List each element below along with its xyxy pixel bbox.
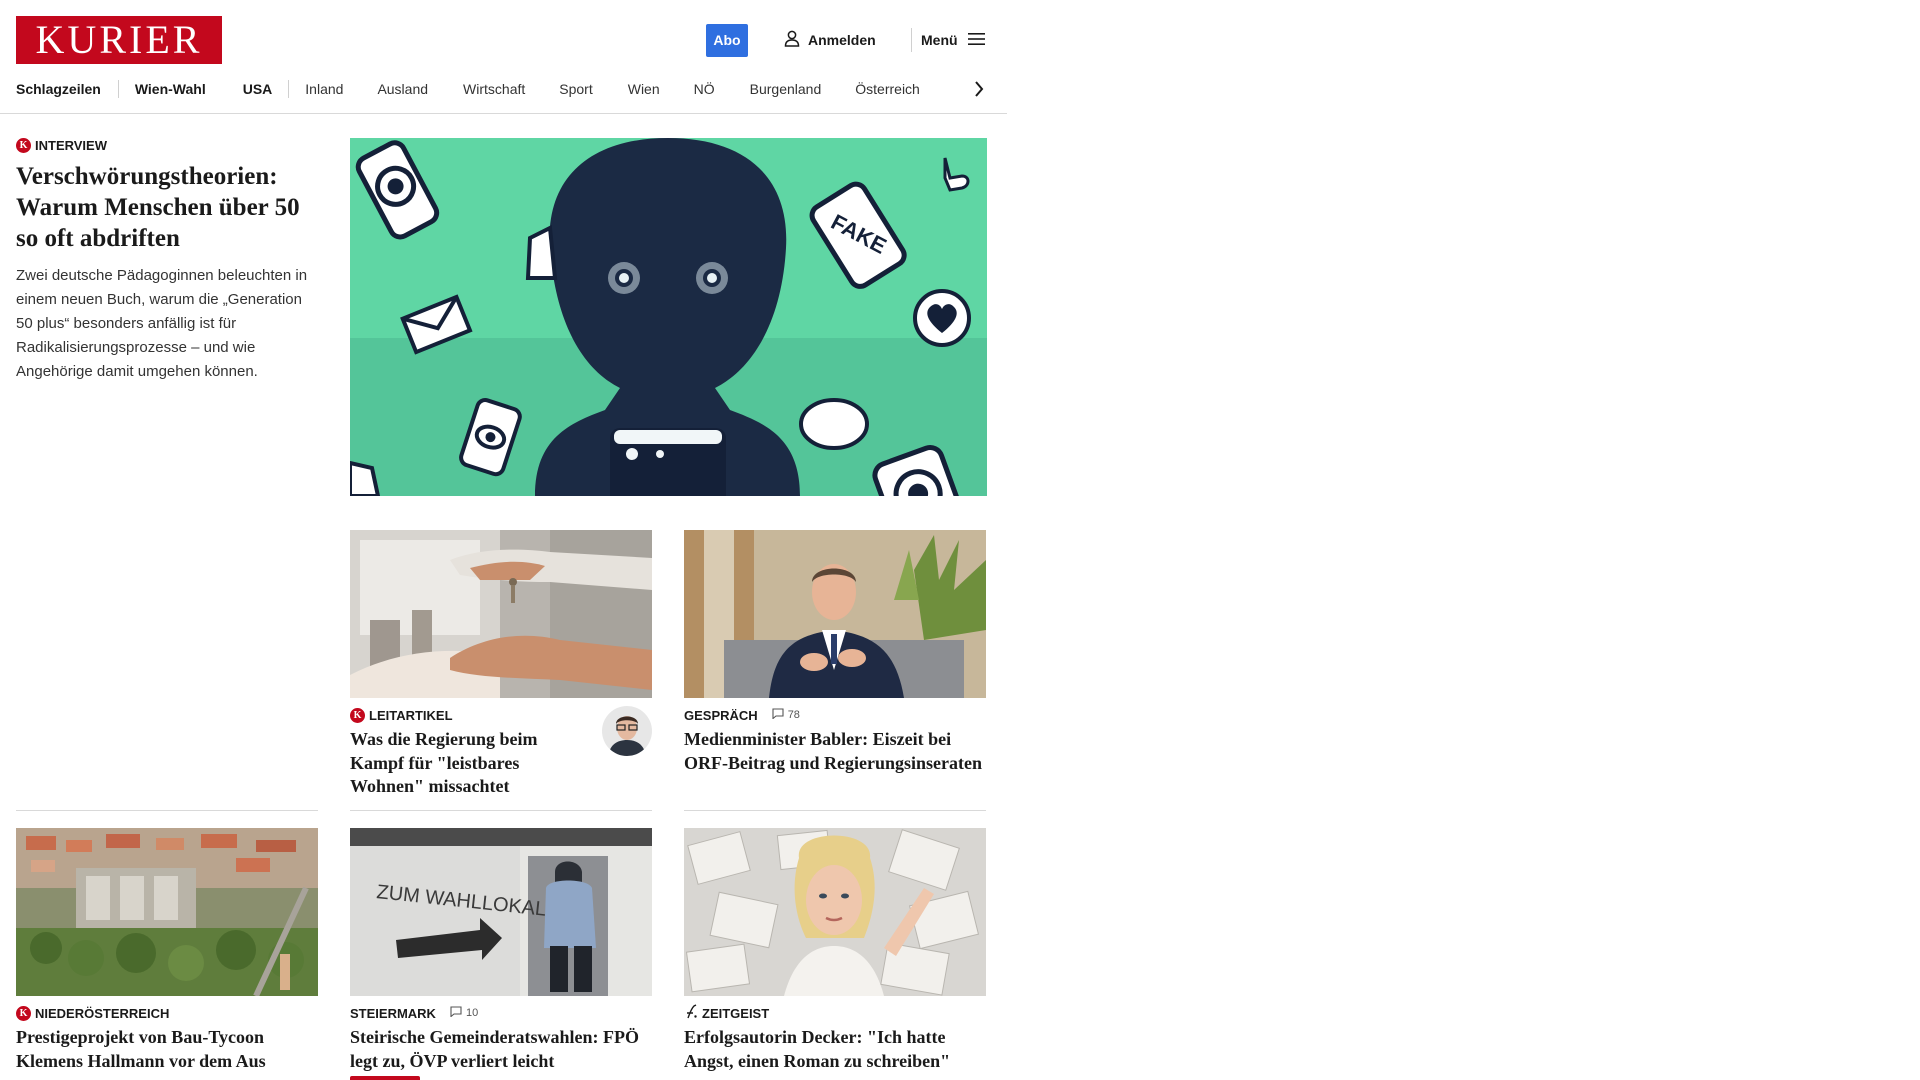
nav-item-noe[interactable]: NÖ [694,81,715,97]
nav-scroll-right-icon[interactable] [972,78,986,100]
card-category: ZEITGEIST [684,1004,769,1022]
article-card[interactable]: K LEITARTIKEL Was die Regierung beim Kam… [350,530,652,799]
card-category-label: LEITARTIKEL [369,707,453,723]
card-category-label: NIEDERÖSTERREICH [35,1005,170,1021]
article-image[interactable]: ZUM WAHLLOKAL [350,828,652,996]
card-headline[interactable]: Was die Regierung beim Kampf für "leistb… [350,728,590,799]
kurier-logo[interactable]: KURIER [16,16,222,64]
kurier-k-icon: K [16,1005,31,1021]
header-divider [911,28,912,52]
article-card[interactable]: GESPRÄCH 78 Medienminister Babler: Eisze… [684,530,986,775]
card-category: STEIERMARK [350,1006,436,1021]
nav-divider [288,80,290,98]
article-card[interactable]: ZUM WAHLLOKAL STEIERMARK 10 Steirische G… [350,828,652,1073]
card-meta: GESPRÄCH 78 [684,707,986,723]
card-category-label: STEIERMARK [350,1005,436,1021]
nav-item-sport[interactable]: Sport [559,81,592,97]
site-header: KURIER Abo Anmelden Menü Schlagzeilen Wi… [0,0,1007,114]
zeitgeist-icon [684,1004,698,1022]
section-nav: Schlagzeilen Wien-Wahl USA Inland Auslan… [16,78,920,100]
card-headline[interactable]: Steirische Gemeinderatswahlen: FPÖ legt … [350,1026,652,1073]
article-image[interactable] [684,530,986,698]
card-category: K NIEDERÖSTERREICH [16,1005,170,1021]
comment-count[interactable]: 10 [450,1006,478,1020]
comment-count-value: 78 [787,709,800,721]
lead-category: K INTERVIEW [16,138,321,153]
card-category-label: ZEITGEIST [702,1005,770,1021]
divider [350,810,652,811]
nav-divider [117,80,119,98]
menu-label: Menü [921,32,958,48]
lead-hero-image[interactable]: FAKE [350,138,987,496]
menu-button[interactable]: Menü [921,30,985,50]
login-label: Anmelden [808,32,876,48]
comment-icon [450,1006,462,1020]
nav-item-inland[interactable]: Inland [305,81,343,97]
lead-article[interactable]: K INTERVIEW Verschwörungstheorien: Warum… [16,138,321,384]
nav-item-wien[interactable]: Wien [628,81,660,97]
article-card[interactable]: K NIEDERÖSTERREICH Prestigeprojekt von B… [16,828,318,1073]
card-headline[interactable]: Erfolgsautorin Decker: "Ich hatte Angst,… [684,1026,986,1073]
comment-count-value: 10 [465,1007,479,1019]
card-meta: ZEITGEIST [684,1004,986,1022]
card-headline[interactable]: Medienminister Babler: Eiszeit bei ORF-B… [684,728,986,775]
kurier-k-icon: K [16,138,31,153]
nav-item-ausland[interactable]: Ausland [377,81,428,97]
article-image[interactable] [350,530,652,698]
nav-item-wien-wahl[interactable]: Wien-Wahl [135,81,206,97]
nav-item-usa[interactable]: USA [243,81,273,97]
card-category: K LEITARTIKEL [350,707,453,723]
divider [16,810,318,811]
hamburger-icon [967,32,985,49]
user-icon [784,30,800,50]
nav-item-schlagzeilen[interactable]: Schlagzeilen [16,81,101,97]
card-category-label: GESPRÄCH [684,707,758,723]
card-category: GESPRÄCH [684,708,758,723]
card-meta: STEIERMARK 10 [350,1005,652,1021]
login-button[interactable]: Anmelden [784,30,876,50]
kurier-k-icon: K [350,707,365,723]
nav-item-wirtschaft[interactable]: Wirtschaft [463,81,525,97]
article-image[interactable] [16,828,318,996]
author-avatar[interactable] [602,706,652,756]
card-headline[interactable]: Prestigeprojekt von Bau-Tycoon Klemens H… [16,1026,318,1073]
article-image[interactable] [684,828,986,996]
abo-button[interactable]: Abo [706,24,748,57]
live-badge [350,1076,420,1080]
card-meta: K NIEDERÖSTERREICH [16,1005,318,1021]
lead-headline[interactable]: Verschwörungstheorien: Warum Menschen üb… [16,161,321,254]
comment-icon [772,708,784,722]
lead-teaser: Zwei deutsche Pädagoginnen beleuchten in… [16,267,308,380]
nav-item-burgenland[interactable]: Burgenland [750,81,822,97]
divider [684,810,986,811]
lead-category-label: INTERVIEW [35,138,107,153]
comment-count[interactable]: 78 [772,708,800,722]
article-card[interactable]: ZEITGEIST Erfolgsautorin Decker: "Ich ha… [684,828,986,1073]
nav-item-oesterreich[interactable]: Österreich [855,81,920,97]
